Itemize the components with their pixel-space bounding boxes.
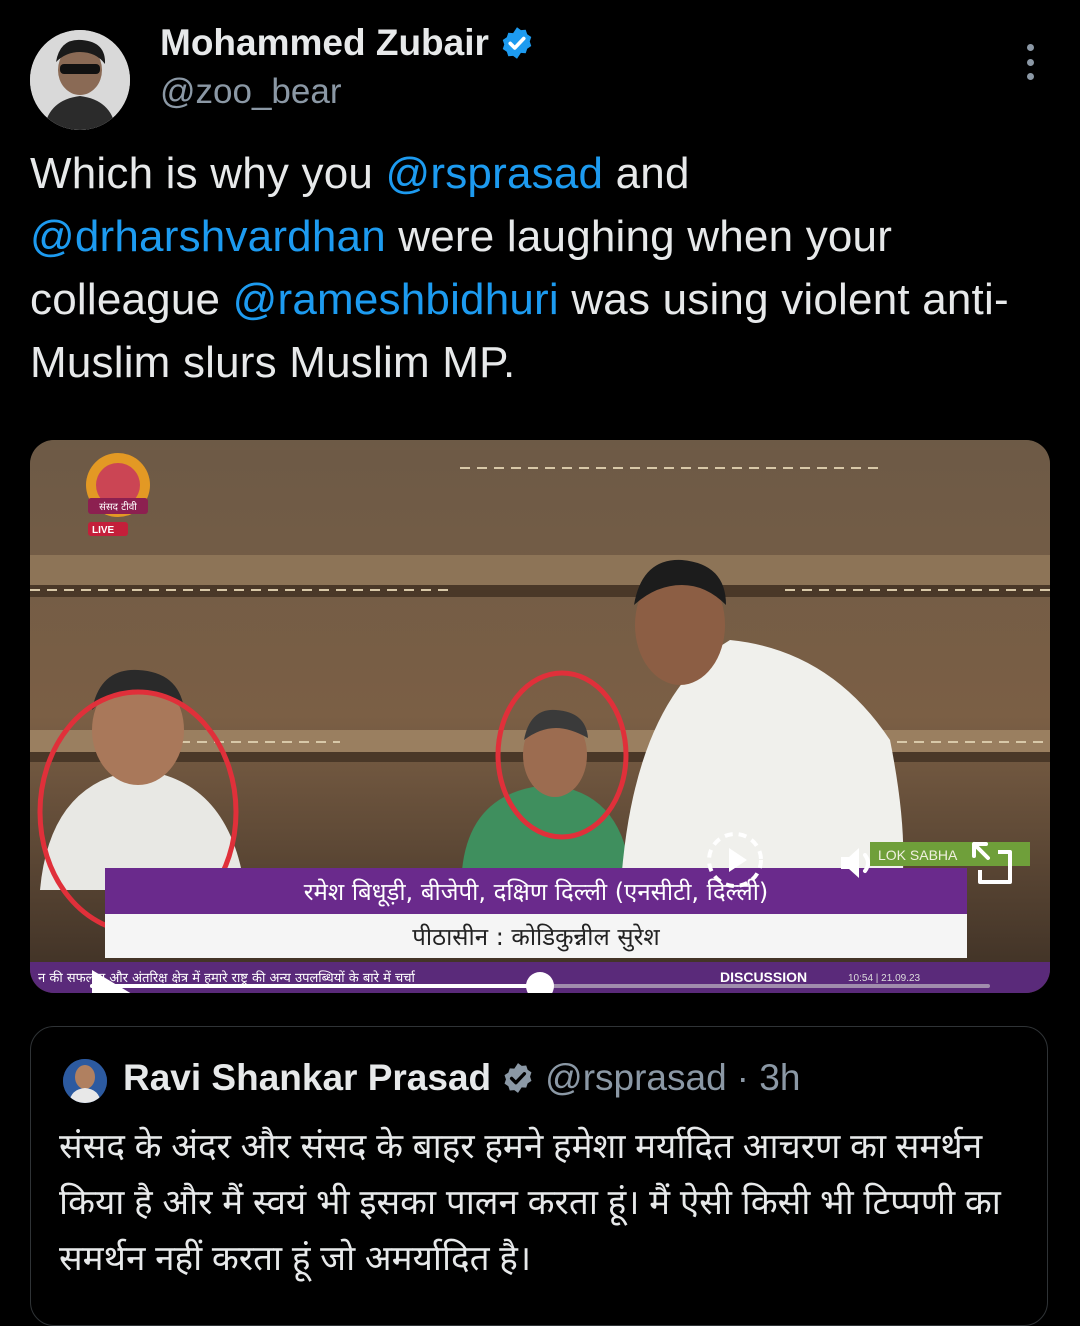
ticker-time: 10:54 | 21.09.23 [848,973,921,984]
quoted-header: Ravi Shankar Prasad @rsprasad · 3h [123,1057,800,1099]
author-name-row[interactable]: Mohammed Zubair [160,22,535,64]
ticker-label: DISCUSSION [720,969,807,985]
mention-link[interactable]: @rsprasad [386,149,604,198]
fullscreen-button[interactable] [968,838,1018,888]
video-frame: संसद टीवी LIVE LOK SABHA रमेश बिधूड़ी, ब… [30,440,1050,993]
mention-link[interactable]: @rameshbidhuri [233,275,559,324]
speaker-icon [841,848,870,878]
channel-logo-text: संसद टीवी [99,501,137,513]
quoted-tweet[interactable]: Ravi Shankar Prasad @rsprasad · 3h संसद … [30,1026,1048,1326]
quoted-author-name[interactable]: Ravi Shankar Prasad [123,1057,491,1099]
chyron-line-2: पीठासीन : कोडिकुन्नील सुरेश [412,923,660,952]
expand-icon [972,842,1012,884]
play-button[interactable] [705,830,765,890]
avatar-image [30,30,130,130]
video-progress-fill [90,984,540,988]
author-avatar[interactable] [30,30,130,130]
live-label: LIVE [92,525,115,536]
author-handle[interactable]: @zoo_bear [160,72,341,112]
quoted-verified-icon [504,1063,532,1093]
quoted-timestamp[interactable]: · 3h [737,1057,801,1099]
quoted-avatar-image [63,1059,107,1103]
verified-badge-icon [502,27,532,59]
author-name[interactable]: Mohammed Zubair [160,22,489,64]
chyron-line-1: रमेश बिधूड़ी, बीजेपी, दक्षिण दिल्ली (एनस… [304,878,769,907]
mention-link[interactable]: @drharshvardhan [30,212,386,261]
play-icon [707,832,763,888]
tweet-text: Which is why you @rsprasad and @drharshv… [30,142,1040,394]
tweet-text-segment: Which is why you [30,149,386,198]
quoted-tweet-text: संसद के अंदर और संसद के बाहर हमने हमेशा … [59,1127,1001,1278]
quoted-author-avatar[interactable] [63,1059,107,1103]
video-player[interactable]: संसद टीवी LIVE LOK SABHA रमेश बिधूड़ी, ब… [30,440,1050,993]
lok-sabha-label: LOK SABHA [878,847,958,863]
more-options-icon[interactable] [1012,40,1048,84]
volume-button[interactable] [835,840,881,886]
tweet-text-segment: and [603,149,690,198]
quoted-author-handle[interactable]: @rsprasad [545,1057,727,1099]
